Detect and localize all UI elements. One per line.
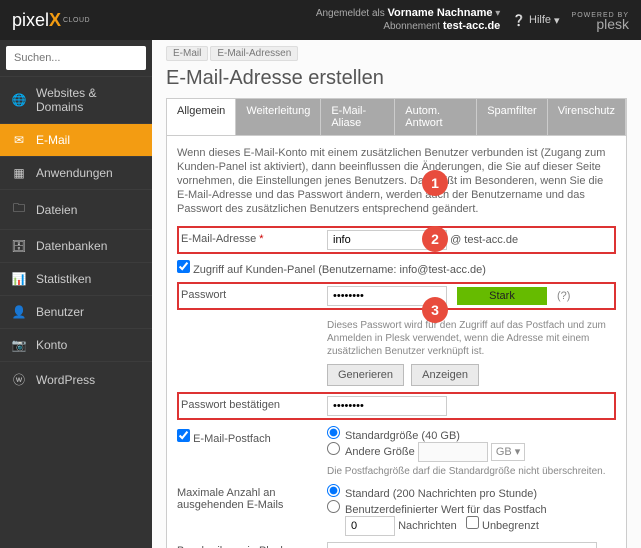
intro-text: Wenn dieses E-Mail-Konto mit einem zusät… [177,146,616,216]
help-link[interactable]: ❔Hilfe ▾ [512,14,559,27]
sidebar-item-5[interactable]: 📊Statistiken [0,262,152,295]
tab-5[interactable]: Virenschutz [548,99,626,135]
password-row: Passwort Stark (?) [177,282,616,310]
step-marker-1: 1 [422,170,448,196]
account-info[interactable]: Angemeldet als Vorname Nachname ▾ Abonne… [316,7,500,33]
password-confirm-row: Passwort bestätigen [177,392,616,420]
generate-button[interactable]: Generieren [327,364,404,386]
strength-badge: Stark [457,287,547,305]
tab-1[interactable]: Weiterleitung [236,99,321,135]
search-input[interactable] [6,46,164,70]
tab-0[interactable]: Allgemein [167,99,236,135]
tabs: AllgemeinWeiterleitungE-Mail-AliaseAutom… [166,98,627,135]
out-count-input[interactable] [345,516,395,536]
sidebar-item-6[interactable]: 👤Benutzer [0,295,152,328]
email-row: E-Mail-Adresse * @ test-acc.de [177,226,616,254]
mailbox-chk[interactable] [177,429,190,442]
plesk-brand: POWERED BYplesk [572,12,629,28]
logo: pixelXCLOUD [12,10,90,31]
size-input[interactable] [418,442,488,462]
description-textarea[interactable] [327,542,597,548]
sidebar-item-3[interactable]: 🗀Dateien [0,189,152,229]
step-marker-3: 3 [422,297,448,323]
sidebar-item-4[interactable]: 🗄Datenbanken [0,229,152,262]
step-marker-2: 2 [422,226,448,252]
unlimited-chk[interactable] [466,516,479,529]
size-std-radio[interactable] [327,426,340,439]
show-button[interactable]: Anzeigen [411,364,479,386]
help-icon[interactable]: (?) [557,290,570,302]
breadcrumb: E-MailE-Mail-Adressen [166,48,627,59]
size-other-radio[interactable] [327,442,340,455]
sidebar-item-1[interactable]: ✉E-Mail [0,123,152,156]
panel-access-chk[interactable] [177,260,190,273]
sidebar-item-7[interactable]: 📷Konto [0,328,152,361]
search-box: 🔍 [6,46,146,70]
tab-4[interactable]: Spamfilter [477,99,548,135]
sidebar-item-8[interactable]: ⓦWordPress [0,361,152,397]
out-custom-radio[interactable] [327,500,340,513]
page-title: E-Mail-Adresse erstellen [166,67,627,90]
tab-3[interactable]: Autom. Antwort [395,99,477,135]
sidebar-item-0[interactable]: 🌐Websites & Domains [0,76,152,123]
password-confirm-field[interactable] [327,396,447,416]
size-unit[interactable]: GB ▾ [491,443,525,461]
sidebar-item-2[interactable]: ▦Anwendungen [0,156,152,189]
tab-2[interactable]: E-Mail-Aliase [321,99,395,135]
out-std-radio[interactable] [327,484,340,497]
